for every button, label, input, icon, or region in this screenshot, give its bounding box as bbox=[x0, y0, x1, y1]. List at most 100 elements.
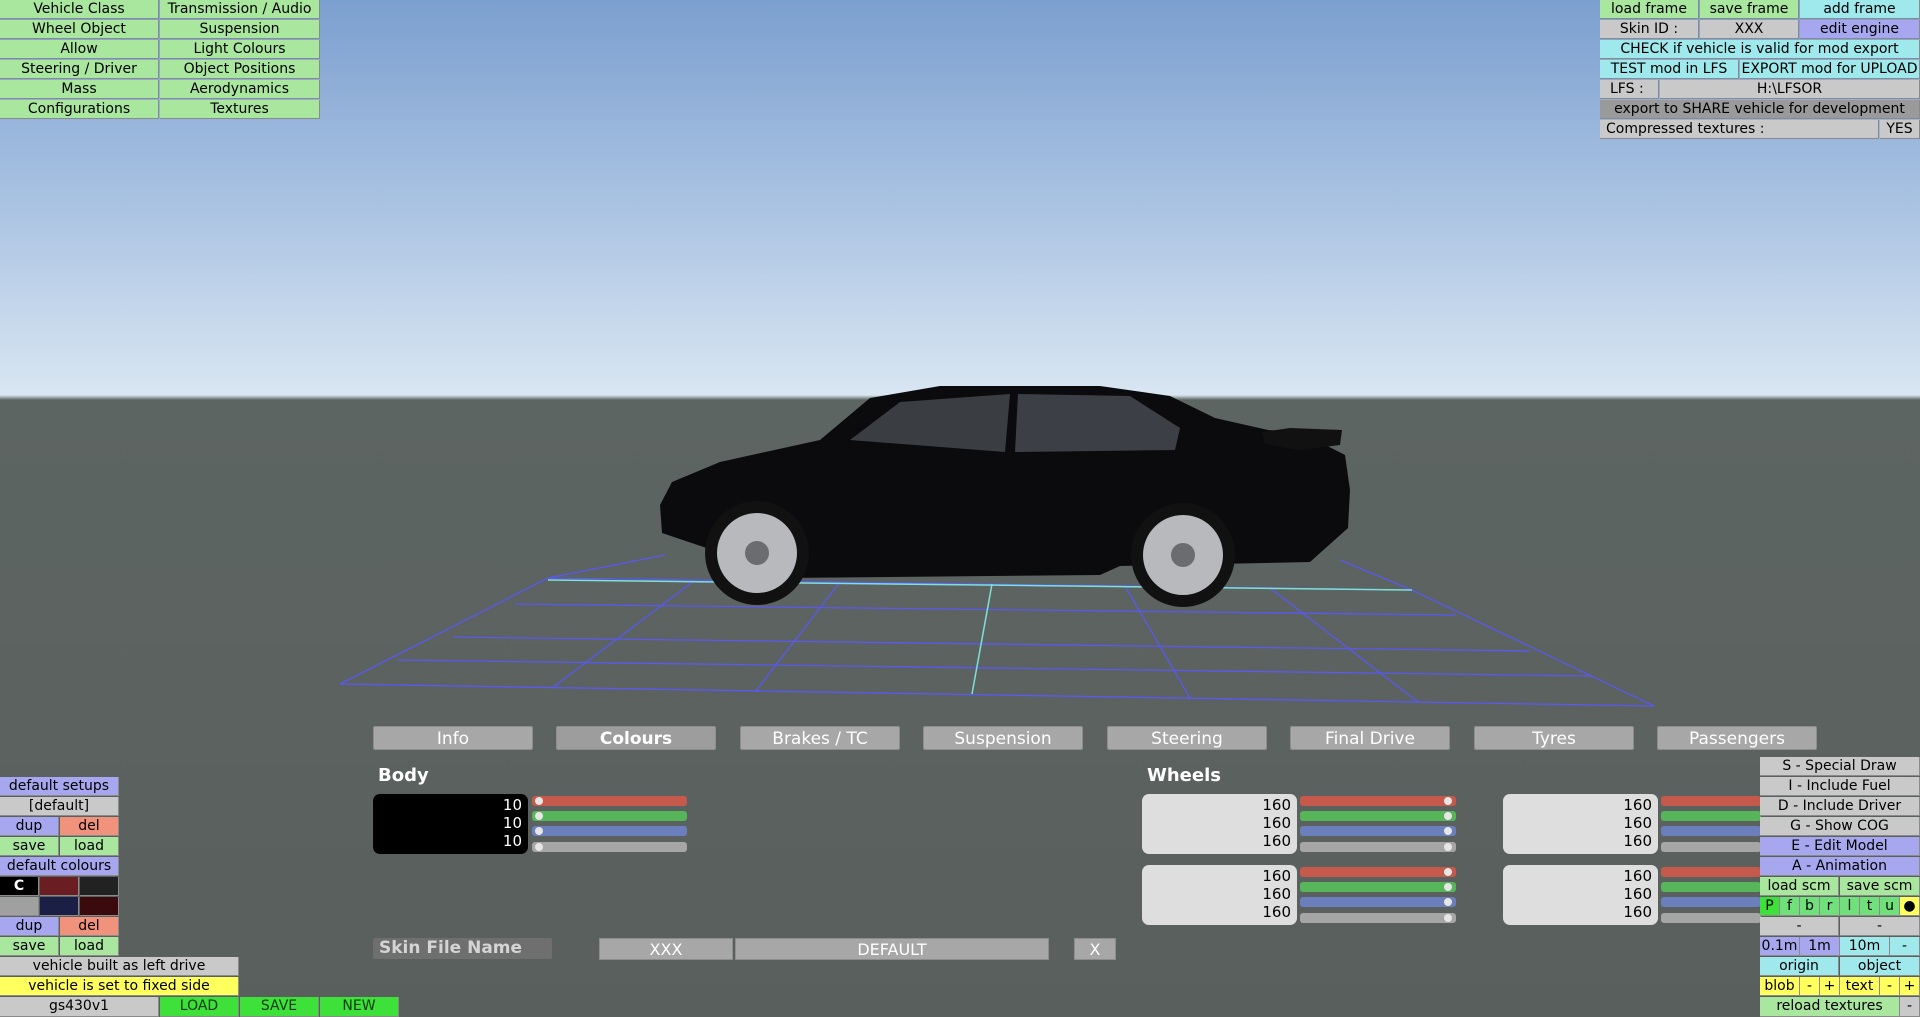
colour-slot-4[interactable] bbox=[0, 897, 39, 916]
flag-l[interactable]: l bbox=[1840, 897, 1860, 916]
flag-dot-icon[interactable]: ● bbox=[1900, 897, 1920, 916]
wheel-fl-alpha-slider[interactable] bbox=[1300, 842, 1456, 852]
include-fuel-toggle[interactable]: I - Include Fuel bbox=[1760, 777, 1920, 796]
blob-minus-button[interactable]: - bbox=[1800, 977, 1820, 996]
wheel-rr-green-slider[interactable] bbox=[1661, 882, 1761, 892]
wheel-fr-blue-slider[interactable] bbox=[1661, 826, 1761, 836]
reload-minus-button[interactable]: - bbox=[1900, 997, 1920, 1017]
menu-transmission-audio[interactable]: Transmission / Audio bbox=[160, 0, 320, 19]
step-1m[interactable]: 1m bbox=[1800, 937, 1840, 956]
wheel-rr-alpha-slider[interactable] bbox=[1661, 913, 1761, 923]
wheel-fr-red-slider[interactable] bbox=[1661, 796, 1761, 806]
load-frame-button[interactable]: load frame bbox=[1600, 0, 1699, 19]
flag-r[interactable]: r bbox=[1820, 897, 1840, 916]
menu-wheel-object[interactable]: Wheel Object bbox=[0, 20, 159, 39]
colour-load-button[interactable]: load bbox=[60, 937, 119, 956]
tab-colours[interactable]: Colours bbox=[556, 726, 716, 750]
vehicle-save-button[interactable]: SAVE bbox=[240, 997, 319, 1017]
tab-tyres[interactable]: Tyres bbox=[1474, 726, 1634, 750]
edit-model-button[interactable]: E - Edit Model bbox=[1760, 837, 1920, 856]
edit-engine-button[interactable]: edit engine bbox=[1800, 20, 1920, 39]
wheel-rr-red-slider[interactable] bbox=[1661, 867, 1761, 877]
tab-brakes-tc[interactable]: Brakes / TC bbox=[740, 726, 900, 750]
vehicle-name-field[interactable]: gs430v1 bbox=[0, 997, 159, 1017]
wheel-rl-swatch[interactable]: 160 160 160 bbox=[1142, 865, 1297, 925]
check-valid-button[interactable]: CHECK if vehicle is valid for mod export bbox=[1600, 40, 1920, 59]
tab-final-drive[interactable]: Final Drive bbox=[1290, 726, 1450, 750]
colour-dup-button[interactable]: dup bbox=[0, 917, 59, 936]
wheel-fr-green-slider[interactable] bbox=[1661, 811, 1761, 821]
colour-slot-c[interactable]: C bbox=[0, 877, 39, 896]
show-cog-toggle[interactable]: G - Show COG bbox=[1760, 817, 1920, 836]
wheel-fr-alpha-slider[interactable] bbox=[1661, 842, 1761, 852]
flag-u[interactable]: u bbox=[1880, 897, 1900, 916]
menu-vehicle-class[interactable]: Vehicle Class bbox=[0, 0, 159, 19]
menu-mass[interactable]: Mass bbox=[0, 80, 159, 99]
flag-p[interactable]: P bbox=[1760, 897, 1780, 916]
colour-save-button[interactable]: save bbox=[0, 937, 59, 956]
fixed-side-toggle[interactable]: vehicle is set to fixed side bbox=[0, 977, 239, 996]
flag-b[interactable]: b bbox=[1800, 897, 1820, 916]
vehicle-load-button[interactable]: LOAD bbox=[160, 997, 239, 1017]
test-mod-button[interactable]: TEST mod in LFS bbox=[1600, 60, 1739, 79]
wheel-fl-red-slider[interactable] bbox=[1300, 796, 1456, 806]
colour-slot-5[interactable] bbox=[40, 897, 79, 916]
wheel-fl-blue-slider[interactable] bbox=[1300, 826, 1456, 836]
save-scm-button[interactable]: save scm bbox=[1840, 877, 1920, 896]
skin-id-field[interactable]: XXX bbox=[599, 938, 733, 960]
wheel-rl-alpha-slider[interactable] bbox=[1300, 913, 1456, 923]
setup-load-button[interactable]: load bbox=[60, 837, 119, 856]
wheel-fl-swatch[interactable]: 160 160 160 bbox=[1142, 794, 1297, 854]
menu-textures[interactable]: Textures bbox=[160, 100, 320, 119]
compressed-textures-toggle[interactable]: YES bbox=[1880, 120, 1920, 139]
flag-t[interactable]: t bbox=[1860, 897, 1880, 916]
wheel-rr-swatch[interactable]: 160 160 160 bbox=[1503, 865, 1658, 925]
default-setup-item[interactable]: [default] bbox=[0, 797, 119, 816]
tab-suspension[interactable]: Suspension bbox=[923, 726, 1083, 750]
default-colours-button[interactable]: default colours bbox=[0, 857, 119, 876]
menu-steering-driver[interactable]: Steering / Driver bbox=[0, 60, 159, 79]
colour-del-button[interactable]: del bbox=[60, 917, 119, 936]
save-frame-button[interactable]: save frame bbox=[1700, 0, 1799, 19]
menu-light-colours[interactable]: Light Colours bbox=[160, 40, 320, 59]
flag-f[interactable]: f bbox=[1780, 897, 1800, 916]
wheel-rl-green-slider[interactable] bbox=[1300, 882, 1456, 892]
animation-button[interactable]: A - Animation bbox=[1760, 857, 1920, 876]
colour-slot-6[interactable] bbox=[80, 897, 119, 916]
blob-plus-button[interactable]: + bbox=[1820, 977, 1840, 996]
colour-slot-3[interactable] bbox=[80, 877, 119, 896]
reload-textures-button[interactable]: reload textures bbox=[1760, 997, 1900, 1017]
setup-save-button[interactable]: save bbox=[0, 837, 59, 856]
minus-button-2[interactable]: - bbox=[1840, 917, 1920, 936]
menu-object-positions[interactable]: Object Positions bbox=[160, 60, 320, 79]
text-minus-button[interactable]: - bbox=[1880, 977, 1900, 996]
vehicle-new-button[interactable]: NEW bbox=[320, 997, 399, 1017]
step-10m[interactable]: 10m bbox=[1840, 937, 1890, 956]
load-scm-button[interactable]: load scm bbox=[1760, 877, 1839, 896]
object-button[interactable]: object bbox=[1840, 957, 1920, 976]
include-driver-toggle[interactable]: D - Include Driver bbox=[1760, 797, 1920, 816]
wheel-rl-blue-slider[interactable] bbox=[1300, 897, 1456, 907]
left-drive-toggle[interactable]: vehicle built as left drive bbox=[0, 957, 239, 976]
menu-configurations[interactable]: Configurations bbox=[0, 100, 159, 119]
menu-suspension[interactable]: Suspension bbox=[160, 20, 320, 39]
skin-id-value[interactable]: XXX bbox=[1700, 20, 1799, 39]
body-blue-slider[interactable] bbox=[532, 826, 687, 836]
colour-slot-2[interactable] bbox=[40, 877, 79, 896]
skin-clear-button[interactable]: X bbox=[1074, 938, 1116, 960]
share-export-button[interactable]: export to SHARE vehicle for development bbox=[1600, 100, 1920, 119]
menu-allow[interactable]: Allow bbox=[0, 40, 159, 59]
add-frame-button[interactable]: add frame bbox=[1800, 0, 1920, 19]
tab-info[interactable]: Info bbox=[373, 726, 533, 750]
step-minus[interactable]: - bbox=[1890, 937, 1920, 956]
skin-name-field[interactable]: DEFAULT bbox=[735, 938, 1049, 960]
wheel-fr-swatch[interactable]: 160 160 160 bbox=[1503, 794, 1658, 854]
wheel-rl-red-slider[interactable] bbox=[1300, 867, 1456, 877]
body-red-slider[interactable] bbox=[532, 796, 687, 806]
body-colour-swatch[interactable]: 10 10 10 bbox=[373, 794, 528, 854]
default-setups-button[interactable]: default setups bbox=[0, 777, 119, 796]
menu-aerodynamics[interactable]: Aerodynamics bbox=[160, 80, 320, 99]
wheel-fl-green-slider[interactable] bbox=[1300, 811, 1456, 821]
text-plus-button[interactable]: + bbox=[1900, 977, 1920, 996]
setup-del-button[interactable]: del bbox=[60, 817, 119, 836]
